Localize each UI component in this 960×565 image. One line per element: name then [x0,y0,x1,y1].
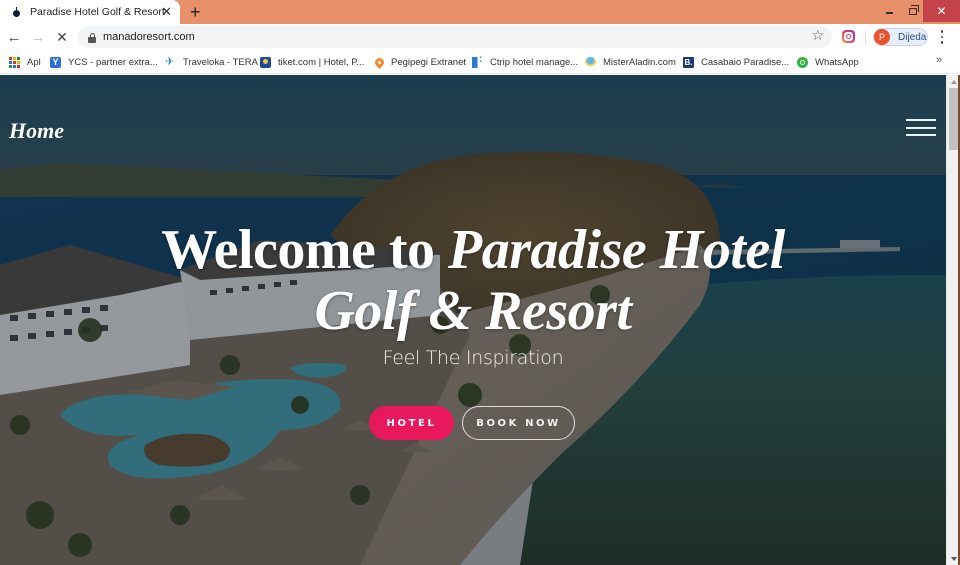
bookmark-ycs[interactable]: Y YCS - partner extra... [50,54,158,70]
hero-headline-line1: Welcome to Paradise Hotel [0,220,946,280]
traveloka-bird-icon: ✈ [165,55,175,68]
bookmark-label: WhatsApp [815,56,859,68]
bookmark-label: Ctrip hotel manage... [490,56,579,68]
bookmark-casabaio[interactable]: B. Casabaio Paradise... [683,54,789,70]
booking-icon: B. [683,56,694,68]
lock-icon[interactable] [88,32,96,43]
minimize-icon [885,12,893,14]
book-now-button[interactable]: BOOK NOW [462,406,575,440]
hero-headline-line2: Golf & Resort [314,280,632,342]
window-close-button[interactable]: ✕ [923,0,960,22]
bookmark-misteraladin[interactable]: MisterAladin.com [585,54,676,70]
back-button[interactable]: ← [3,26,25,48]
browser-tab-active[interactable]: Paradise Hotel Golf & Resort ✕ [0,0,180,24]
profile-button[interactable]: P Dijeda [873,28,928,46]
toolbar-divider [865,31,866,44]
nav-home-link[interactable]: Home [9,118,64,144]
ctrip-icon [472,54,483,68]
bookmark-label: Apl [27,56,41,68]
hero-tagline: Feel The Inspiration [382,347,564,369]
bookmarks-overflow-button[interactable]: » [936,54,942,66]
avatar: P [874,29,890,45]
hotel-button[interactable]: HOTEL [369,406,454,440]
tab-close-icon[interactable]: ✕ [161,4,172,20]
bookmark-label: YCS - partner extra... [68,56,158,68]
forward-button[interactable]: → [27,26,49,48]
headline-italic: Paradise Hotel [448,219,785,281]
bookmark-star-icon[interactable]: ☆ [811,27,824,44]
tiket-icon [260,56,271,68]
bookmark-label: tiket.com | Hotel, P... [278,56,365,68]
restore-icon [909,4,919,15]
bookmark-tiket[interactable]: tiket.com | Hotel, P... [260,54,364,70]
hero-section: Home Welcome to Paradise Hotel Golf & Re… [0,75,946,565]
apps-grid-icon [9,56,20,68]
bookmark-apps[interactable]: Apl [9,54,41,70]
headline-plain: Welcome to [161,219,449,281]
bookmark-pegipegi[interactable]: Pegipegi Extranet [373,54,466,70]
browser-titlebar: Paradise Hotel Golf & Resort ✕ + ✕ [0,0,960,24]
misteraladin-icon [585,56,596,68]
bookmark-label: Pegipegi Extranet [391,56,466,68]
bookmark-label: Traveloka - TERA [183,56,258,68]
bookmark-traveloka[interactable]: ✈ Traveloka - TERA [165,54,258,70]
browser-menu-icon[interactable] [936,29,948,45]
stop-loading-button[interactable]: ✕ [51,26,73,48]
bookmarks-bar: Apl Y YCS - partner extra... ✈ Traveloka… [0,50,960,74]
url-text[interactable]: manadoresort.com [103,31,195,43]
ycs-icon: Y [50,56,61,68]
bookmark-label: MisterAladin.com [603,56,676,68]
pegipegi-pin-icon [373,55,386,69]
bookmark-label: Casabaio Paradise... [701,56,790,68]
bookmark-ctrip[interactable]: Ctrip hotel manage... [472,54,578,70]
profile-name: Dijeda [898,31,927,43]
new-tab-button[interactable]: + [190,1,201,23]
bookmark-whatsapp[interactable]: WhatsApp [797,54,859,70]
address-bar[interactable]: manadoresort.com ☆ [78,26,832,48]
tab-title: Paradise Hotel Golf & Resort [30,6,165,18]
instagram-extension-icon[interactable] [842,30,855,43]
browser-toolbar: ← → ✕ manadoresort.com ☆ P Dijeda [0,24,960,50]
hamburger-menu-icon[interactable] [906,119,936,136]
whatsapp-icon [797,56,808,68]
resort-logo-icon [12,6,21,18]
